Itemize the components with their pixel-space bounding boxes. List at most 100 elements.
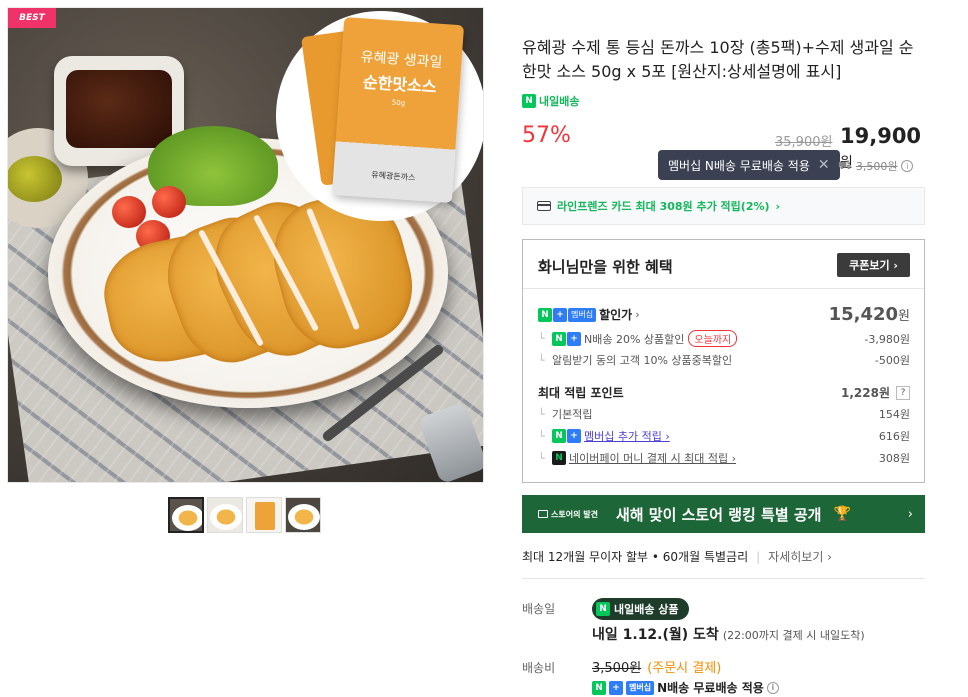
divider xyxy=(522,578,925,579)
points-item-value: 616원 xyxy=(878,430,910,443)
discount-rate: 57% xyxy=(522,123,571,148)
trophy-icon: 🏆 xyxy=(833,506,851,522)
plus-icon: + xyxy=(609,680,623,695)
discount-price-value: 15,420원 xyxy=(829,304,910,325)
chevron-right-icon: › xyxy=(775,199,781,213)
coupon-view-button[interactable]: 쿠폰보기 › xyxy=(837,253,910,277)
naverpay-points-link[interactable]: 네이버페이 머니 결제 시 최대 적립 › xyxy=(569,450,736,466)
n-plus-badges: N + xyxy=(552,331,581,346)
thumbnail-2[interactable] xyxy=(207,497,243,533)
discount-item-label: 알림받기 동의 고객 10% 상품중복할인 xyxy=(552,354,733,367)
points-item-value: 308원 xyxy=(878,452,910,465)
shipping-fee-label: 배송비 xyxy=(522,661,556,675)
n-icon: N xyxy=(552,331,566,346)
membership-tag: 멤버십 xyxy=(626,680,655,695)
arrival-date-text: 내일 1.12.(월) 도착 xyxy=(592,627,719,643)
sale-price-value: 19,900 xyxy=(840,124,922,148)
shipping-fee-mini-value: 3,500원 xyxy=(855,160,898,173)
main-product-image[interactable]: BEST 유혜광 생과일 순한맛소스 50g 유혜광돈까스 xyxy=(7,7,484,483)
points-item-row: └ 기본적립 154원 xyxy=(538,406,910,422)
arrival-date: 내일 1.12.(월) 도착 (22:00까지 결제 시 내일도착) xyxy=(592,624,865,644)
card-benefit-banner[interactable]: 라인프렌즈 카드 최대 308원 추가 적립(2%) › xyxy=(522,187,925,225)
installment-text: 최대 12개월 무이자 할부 • 60개월 특별금리 xyxy=(522,550,749,564)
n-delivery-icon: N xyxy=(596,602,610,616)
store-discovery-text: 스토어의 발견 xyxy=(551,509,598,519)
membership-tag: 멤버십 xyxy=(568,307,597,322)
sauce-pack-inset: 유혜광 생과일 순한맛소스 50g 유혜광돈까스 xyxy=(276,11,483,221)
credit-card-icon xyxy=(537,201,551,211)
discount-item-value: -500원 xyxy=(874,354,910,367)
plus-icon: + xyxy=(567,429,581,443)
discount-price-number: 15,420 xyxy=(828,304,899,325)
tree-branch-icon: └ xyxy=(538,332,545,345)
truck-icon: ⛟ xyxy=(838,158,852,172)
tomorrow-delivery-tag: N 내일배송 xyxy=(522,93,579,109)
discount-price-label[interactable]: 할인가 xyxy=(599,306,632,323)
shipping-date-label: 배송일 xyxy=(522,602,556,616)
tree-branch-icon: └ xyxy=(538,451,545,465)
original-price: 35,900원 xyxy=(775,135,833,150)
discount-item-row: └ N + N배송 20% 상품할인 오늘까지 -3,980원 xyxy=(538,330,910,347)
naverpay-badge: N xyxy=(552,451,566,465)
today-only-chip: 오늘까지 xyxy=(688,330,738,347)
sauce-pack-front: 유혜광 생과일 순한맛소스 50g 유혜광돈까스 xyxy=(331,17,465,203)
thumbnail-3[interactable] xyxy=(246,497,282,533)
store-ranking-banner[interactable]: 스토어의 발견 새해 맞이 스토어 랭킹 특별 공개 🏆 › xyxy=(522,495,925,533)
free-shipping-text: N배송 무료배송 적용 xyxy=(657,681,764,695)
free-shipping-row: N + 멤버십 N배송 무료배송 적용 i xyxy=(592,679,779,696)
info-icon[interactable]: i xyxy=(766,681,779,694)
installment-info: 최대 12개월 무이자 할부 • 60개월 특별금리 | 자세히보기 › xyxy=(522,548,832,565)
divider: | xyxy=(756,549,761,564)
points-item-value: 154원 xyxy=(878,408,910,421)
chevron-right-icon: › xyxy=(635,308,640,321)
thumbnail-plate-graphic xyxy=(172,505,202,531)
n-delivery-icon: N xyxy=(522,94,536,108)
membership-extra-points-link[interactable]: 멤버십 추가 적립 › xyxy=(584,428,670,444)
best-badge: BEST xyxy=(8,8,56,28)
benefit-heading: 화니님만을 위한 혜택 xyxy=(538,258,673,276)
thumbnail-plate-graphic xyxy=(288,504,320,530)
thumbnail-strip xyxy=(168,497,321,533)
discount-item-value: -3,980원 xyxy=(864,332,910,346)
tree-branch-icon: └ xyxy=(538,429,545,443)
plus-icon: + xyxy=(553,307,567,322)
shipping-fee-row: 3,500원 (주문시 결제) xyxy=(592,657,721,676)
n-icon: N xyxy=(538,307,552,322)
thumbnail-plate-graphic xyxy=(210,504,242,530)
tomato-graphic xyxy=(152,186,186,218)
naverpay-icon: N xyxy=(552,451,566,465)
discount-item-label: N배송 20% 상품할인 xyxy=(584,332,685,346)
tree-branch-icon: └ xyxy=(538,407,545,421)
n-icon: N xyxy=(552,429,566,443)
points-label: 최대 적립 포인트 xyxy=(538,386,624,400)
store-discovery-label: 스토어의 발견 xyxy=(538,509,598,520)
n-icon: N xyxy=(592,680,606,695)
points-item-label: 기본적립 xyxy=(552,408,593,421)
installment-more-link[interactable]: 자세히보기 › xyxy=(768,548,832,565)
plus-icon: + xyxy=(567,331,581,346)
points-row: 최대 적립 포인트 1,228원 ? xyxy=(538,384,910,401)
shipping-fee-original: 3,500원 xyxy=(592,661,642,676)
tomorrow-delivery-pill-text: 내일배송 상품 xyxy=(614,603,679,616)
tooltip-text: 멤버십 N배송 무료배송 적용 xyxy=(668,158,810,173)
tomorrow-delivery-label: 내일배송 xyxy=(539,95,580,108)
info-icon[interactable]: i xyxy=(901,160,914,172)
thumbnail-1[interactable] xyxy=(168,497,204,533)
close-icon[interactable]: ✕ xyxy=(818,157,830,173)
ranking-banner-title: 새해 맞이 스토어 랭킹 특별 공개 xyxy=(615,505,822,524)
tree-branch-icon: └ xyxy=(538,353,545,367)
points-value: 1,228원 xyxy=(841,386,890,400)
arrival-note: (22:00까지 결제 시 내일도착) xyxy=(722,629,865,642)
store-icon xyxy=(538,510,548,518)
membership-free-shipping-tooltip: 멤버십 N배송 무료배송 적용 ✕ xyxy=(658,150,840,180)
thumbnail-4[interactable] xyxy=(285,497,321,533)
membership-badges: N + 멤버십 xyxy=(538,307,597,322)
discount-price-row: N + 멤버십 할인가 › 15,420원 xyxy=(538,304,910,325)
discount-price-unit: 원 xyxy=(898,309,910,324)
help-icon[interactable]: ? xyxy=(896,385,910,400)
divider xyxy=(523,288,924,289)
points-item-row: └ N 네이버페이 머니 결제 시 최대 적립 › 308원 xyxy=(538,450,910,466)
shipping-fee-mini: ⛟ 3,500원 i xyxy=(838,158,914,174)
points-item-row: └ N + 멤버십 추가 적립 › 616원 xyxy=(538,428,910,444)
n-plus-badges: N + xyxy=(552,429,581,443)
